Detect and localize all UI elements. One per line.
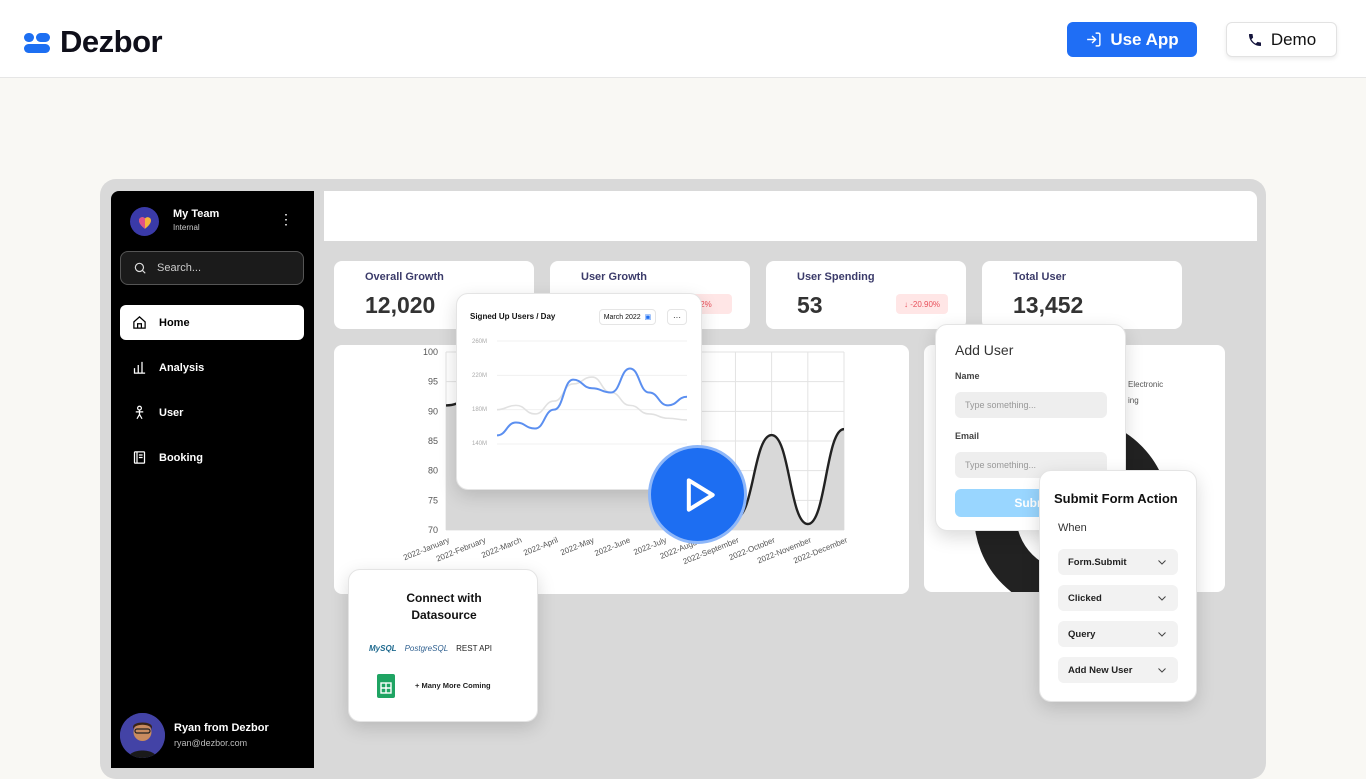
legend-item: Electronic: [1128, 380, 1164, 389]
legend-item: ing: [1128, 396, 1139, 405]
team-name: My Team: [173, 208, 220, 220]
user-email: ryan@dezbor.com: [174, 738, 248, 748]
demo-label: Demo: [1270, 29, 1317, 49]
team-type: Internal: [173, 223, 200, 232]
action-type-select[interactable]: Query: [1058, 621, 1178, 647]
search-icon: [134, 262, 146, 274]
user-icon: [135, 405, 144, 420]
play-video-button[interactable]: [648, 445, 747, 544]
stat-title: Overall Growth: [365, 271, 444, 283]
rest-api-label: REST API: [456, 644, 493, 653]
login-icon: [1087, 32, 1101, 47]
connect-title-line1: Connect with: [406, 591, 482, 605]
stat-card-total-user: Total User 13,452: [982, 261, 1182, 329]
name-label: Name: [955, 371, 980, 381]
sidebar-search: [120, 251, 304, 285]
email-label: Email: [955, 431, 980, 441]
main-topbar: [324, 191, 1257, 241]
add-user-title: Add User: [955, 342, 1014, 358]
postgres-logo: PostgreSQL: [404, 644, 449, 653]
brand-name: Dezbor: [60, 24, 163, 59]
y-tick-label: 70: [428, 525, 438, 535]
stat-title: User Spending: [797, 271, 875, 283]
stat-badge: ↓ -20.90%: [896, 294, 948, 314]
chevron-down-icon: [1158, 632, 1166, 637]
connect-datasource-card: Connect with Datasource MySQL PostgreSQL…: [348, 569, 538, 722]
google-sheets-icon: [377, 674, 395, 698]
x-tick-label: 2022-March: [480, 536, 523, 560]
x-tick-label: 2022-June: [593, 535, 632, 558]
x-tick-label: 2022-April: [522, 535, 559, 557]
y-tick-label: 90: [428, 406, 438, 416]
sidebar-item-user[interactable]: User: [120, 395, 304, 430]
connect-title: Connect with Datasource: [349, 590, 539, 624]
series-line: [496, 367, 688, 437]
sidebar-item-label: Analysis: [159, 361, 205, 374]
stat-card-user-spending: User Spending 53 ↓ -20.90%: [766, 261, 966, 329]
top-header: Dezbor Use App Demo: [0, 0, 1366, 78]
use-app-button[interactable]: Use App: [1067, 22, 1197, 57]
connect-title-line2: Datasource: [411, 608, 477, 622]
y-tick-label: 85: [428, 436, 438, 446]
search-input[interactable]: [157, 262, 287, 274]
select-value: Add New User: [1068, 664, 1133, 676]
y-tick-label: 100: [423, 347, 438, 357]
y-tick-label: 75: [428, 495, 438, 505]
heart-logo-icon: [138, 216, 151, 229]
x-tick-label: 2022-May: [559, 536, 595, 558]
when-label: When: [1058, 522, 1087, 534]
select-value: Query: [1068, 628, 1096, 640]
user-avatar-icon: [120, 713, 165, 758]
select-value: Clicked: [1068, 592, 1102, 604]
brand-logo[interactable]: Dezbor: [24, 24, 163, 60]
sidebar-item-label: User: [159, 406, 184, 419]
avatar[interactable]: [120, 713, 165, 758]
team-avatar: [130, 207, 159, 236]
user-name: Ryan from Dezbor: [174, 722, 269, 734]
chevron-down-icon: [1158, 596, 1166, 601]
event-select[interactable]: Clicked: [1058, 585, 1178, 611]
stat-title: User Growth: [581, 271, 648, 283]
sidebar-item-label: Booking: [159, 451, 203, 464]
stat-title: Total User: [1013, 271, 1066, 283]
trigger-select[interactable]: Form.Submit: [1058, 549, 1178, 575]
chevron-down-icon: [1158, 560, 1166, 565]
demo-button[interactable]: Demo: [1226, 22, 1337, 57]
datasource-logos: MySQL PostgreSQL REST API: [369, 644, 492, 653]
stat-value: 13,452: [1013, 292, 1084, 318]
y-tick-label: 80: [428, 466, 438, 476]
team-menu-icon[interactable]: ⋮: [279, 211, 293, 228]
stat-value: 12,020: [365, 292, 436, 318]
home-icon: [133, 316, 146, 329]
chevron-down-icon: [1158, 668, 1166, 673]
bar-chart-icon: [133, 361, 146, 374]
phone-icon: [1248, 33, 1261, 46]
sidebar-item-label: Home: [159, 316, 190, 329]
booking-icon: [133, 451, 146, 464]
form-action-title: Submit Form Action: [1054, 491, 1178, 506]
use-app-label: Use App: [1110, 29, 1179, 49]
sidebar: My Team Internal ⋮ Home Analysis User Bo…: [111, 191, 314, 768]
play-icon: [686, 477, 715, 512]
mysql-logo: MySQL: [369, 644, 397, 653]
y-tick-label: 95: [428, 377, 438, 387]
sidebar-item-home[interactable]: Home: [120, 305, 304, 340]
stat-value: 53: [797, 292, 823, 318]
logo-icon: [24, 30, 52, 54]
name-field[interactable]: [955, 392, 1107, 418]
submit-form-action-card: Submit Form Action When Form.Submit Clic…: [1039, 470, 1197, 702]
query-select[interactable]: Add New User: [1058, 657, 1178, 683]
select-value: Form.Submit: [1068, 556, 1127, 568]
sidebar-item-booking[interactable]: Booking: [120, 440, 304, 475]
more-coming-label: + Many More Coming: [415, 681, 491, 690]
sidebar-item-analysis[interactable]: Analysis: [120, 350, 304, 385]
